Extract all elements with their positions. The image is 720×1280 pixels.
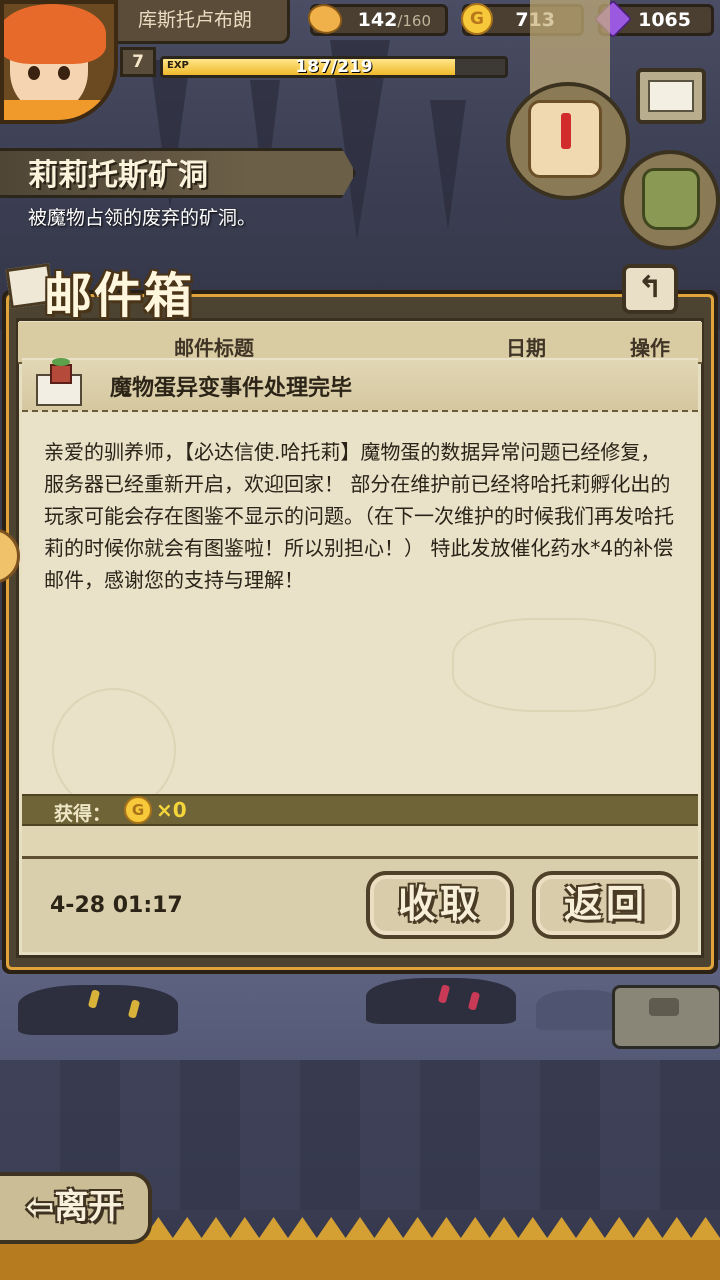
exclamation-icon [561,113,571,149]
scroll-icon [528,100,602,178]
mail-date: 4-28 01:17 [50,893,183,918]
exp-bar: EXP 187/219 [160,56,508,78]
treasure-chest[interactable] [612,985,720,1049]
return-button[interactable]: 返回 [532,871,680,939]
mail-button[interactable] [636,68,706,124]
mail-body: 亲爱的驯养师，【必达信使.哈托莉】魔物蛋的数据异常问题已经修复，服务器已经重新开… [44,440,674,592]
gem-value: 1065 [638,9,691,31]
mail-subject: 魔物蛋异变事件处理完毕 [110,376,353,401]
stamina-value: 142 [357,9,398,31]
mailbox-title: 邮件箱 [44,268,195,324]
gem-counter[interactable]: 1065 [593,0,714,39]
mail-action-bar: 4-28 01:17 收取 返回 [22,856,698,952]
gift-bow [52,358,70,366]
map-deco [452,618,656,712]
mail-title-bar: 魔物蛋异变事件处理完毕 [22,358,698,412]
player-name: 库斯托卢布朗 [100,0,290,44]
quest-button[interactable] [506,82,630,200]
player-avatar[interactable] [0,0,118,124]
leave-button[interactable]: ⇦离开 [0,1172,152,1244]
reward-bar: 获得： G ×0 [22,794,698,826]
gift-mail-icon [36,358,84,408]
stamina-max: /160 [397,12,431,30]
envelope-icon [648,80,694,112]
player-level: 7 [120,47,156,77]
reward-count: ×0 [156,798,187,822]
map-strip [22,826,698,856]
stamina-counter[interactable]: 142/160 [303,0,448,41]
column-date: 日期 [506,336,546,360]
location-name: 莉莉托斯矿洞 [28,158,208,193]
column-action: 操作 [630,336,670,360]
backpack-icon [642,168,700,230]
collect-button[interactable]: 收取 [366,871,514,939]
floor-edge-base [0,1240,720,1280]
avatar-eye [28,66,40,80]
bag-button[interactable] [620,150,720,250]
column-subject: 邮件标题 [174,336,254,360]
gift-box [50,364,72,384]
gold-coin-icon: G [461,3,493,35]
exp-value: 187/219 [295,57,373,77]
avatar-hair [4,4,106,64]
reward-label: 获得： [54,803,112,825]
back-button[interactable]: ↰ [622,264,678,314]
gold-coin-icon: G [124,796,152,824]
location-description: 被魔物占领的废弃的矿洞。 [28,207,257,229]
avatar-eye [58,66,70,80]
